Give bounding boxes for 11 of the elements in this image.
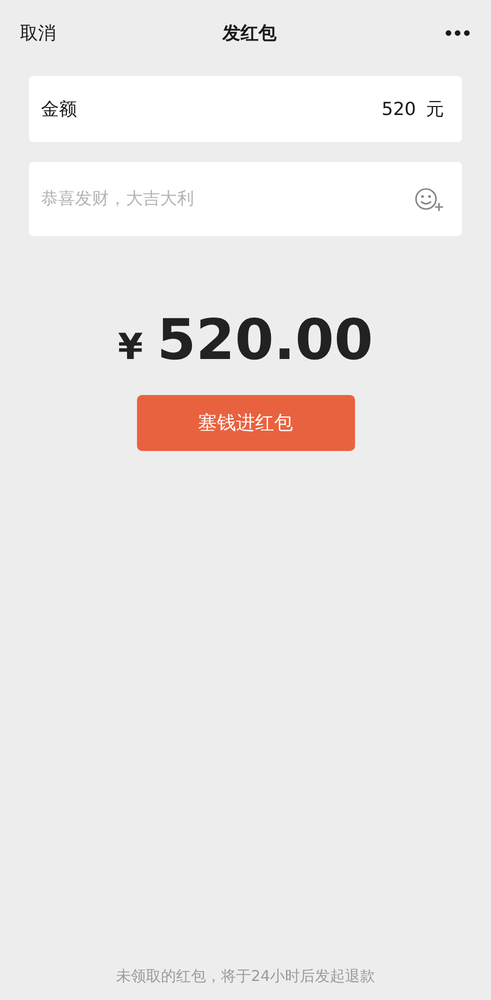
total-amount: 520.00 [156, 308, 374, 373]
emoji-plus-icon[interactable] [414, 186, 444, 212]
currency-symbol: ¥ [118, 327, 143, 368]
more-button[interactable]: ••• [443, 24, 471, 42]
message-field[interactable]: 恭喜发财，大吉大利 [41, 189, 361, 209]
cancel-link[interactable]: 取消 [20, 21, 56, 45]
field-label: 金额 [41, 98, 77, 121]
page-title: 发红包 [222, 22, 277, 45]
amount-input[interactable]: 520 [376, 98, 416, 120]
refund-note: 未领取的红包，将于24小时后发起退款 [116, 967, 376, 986]
unit-label: 元 [426, 98, 444, 121]
